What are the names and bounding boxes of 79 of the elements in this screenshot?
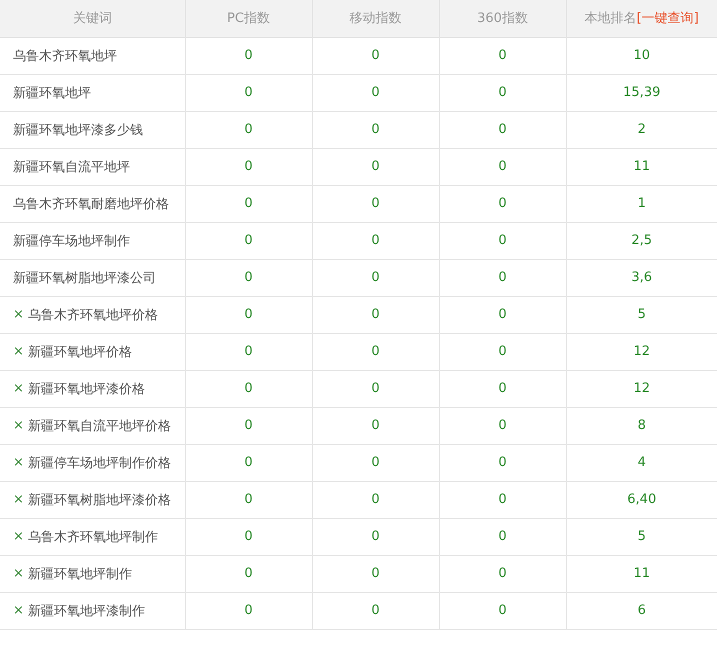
- table-cell: 0: [185, 259, 312, 296]
- table-cell: 0: [439, 407, 566, 444]
- keyword-text: 乌鲁木齐环氧地坪价格: [28, 306, 158, 324]
- keyword-text: 新疆环氧树脂地坪漆价格: [28, 492, 171, 508]
- keyword-text: 乌鲁木齐环氧地坪: [13, 48, 117, 64]
- column-header-cell: 360指数: [439, 0, 566, 37]
- table-cell: 0: [185, 148, 312, 185]
- remove-button[interactable]: ×: [13, 456, 24, 469]
- remove-button[interactable]: ×: [13, 567, 24, 580]
- keyword-text: 新疆环氧地坪漆制作: [28, 602, 145, 620]
- table-cell: 0: [439, 222, 566, 259]
- remove-button[interactable]: ×: [13, 493, 24, 506]
- table-cell: 0: [312, 185, 439, 222]
- keyword-text: 新疆环氧自流平地坪: [13, 158, 130, 176]
- keyword-text: 新疆环氧地坪漆多少钱: [13, 122, 143, 138]
- table-cell: 0: [312, 444, 439, 481]
- table-cell: 0: [312, 370, 439, 407]
- query-link[interactable]: [一键查询]: [636, 9, 699, 28]
- table-cell: 0: [185, 518, 312, 555]
- table-cell: 0: [439, 555, 566, 592]
- column-label: 本地排名: [584, 10, 637, 28]
- table-cell: 0: [185, 111, 312, 148]
- column-header-cell: PC指数: [185, 0, 312, 37]
- table-cell: 0: [439, 333, 566, 370]
- keyword-text: 新疆环氧地坪价格: [28, 344, 132, 360]
- table-cell: 0: [439, 259, 566, 296]
- table-cell: 0: [439, 444, 566, 481]
- table-cell: 0: [312, 518, 439, 555]
- table-cell: 0: [185, 555, 312, 592]
- table-cell: 0: [439, 518, 566, 555]
- table-cell: 0: [439, 296, 566, 333]
- column-header-cell: 关键词: [0, 0, 185, 37]
- table-cell: 0: [185, 74, 312, 111]
- remove-button[interactable]: ×: [13, 419, 24, 432]
- table-cell: 0: [185, 407, 312, 444]
- table-cell: 0: [312, 148, 439, 185]
- table-cell: 0: [185, 333, 312, 370]
- table-cell: 0: [312, 37, 439, 74]
- table-cell: 0: [312, 555, 439, 592]
- keyword-text: 新疆环氧自流平地坪价格: [28, 418, 171, 434]
- table-cell: 0: [312, 333, 439, 370]
- table-cell: 0: [439, 185, 566, 222]
- keyword-text: 新疆环氧地坪: [13, 84, 91, 102]
- table-cell: 0: [439, 111, 566, 148]
- keyword-text: 乌鲁木齐环氧耐磨地坪价格: [13, 196, 169, 212]
- column-header-cell: 移动指数: [312, 0, 439, 37]
- keyword-text: 新疆停车场地坪制作价格: [28, 454, 171, 472]
- table-cell: 0: [439, 74, 566, 111]
- keyword-text: 新疆停车场地坪制作: [13, 232, 130, 250]
- table-cell: 0: [312, 481, 439, 518]
- remove-button[interactable]: ×: [13, 604, 24, 617]
- table-cell: 0: [185, 37, 312, 74]
- table-cell: 0: [312, 222, 439, 259]
- keyword-text: 新疆环氧树脂地坪漆公司: [13, 270, 156, 286]
- table-cell: 0: [439, 370, 566, 407]
- table-cell: 0: [312, 111, 439, 148]
- remove-button[interactable]: ×: [13, 308, 24, 321]
- table-cell: 0: [312, 592, 439, 629]
- table-cell: 0: [185, 222, 312, 259]
- table-cell: 0: [185, 592, 312, 629]
- keyword-text: 新疆环氧地坪漆价格: [28, 380, 145, 398]
- remove-button[interactable]: ×: [13, 530, 24, 543]
- table-cell: 0: [185, 370, 312, 407]
- table-cell: 0: [185, 296, 312, 333]
- table-cell: 0: [185, 444, 312, 481]
- table-cell: 0: [185, 185, 312, 222]
- table-cell: 0: [439, 592, 566, 629]
- remove-button[interactable]: ×: [13, 382, 24, 395]
- table-cell: 0: [439, 481, 566, 518]
- remove-button[interactable]: ×: [13, 345, 24, 358]
- table-cell: 0: [439, 37, 566, 74]
- keyword-text: 新疆环氧地坪制作: [28, 566, 132, 582]
- table-cell: 0: [312, 296, 439, 333]
- table-cell: 0: [439, 148, 566, 185]
- table-cell: 0: [185, 481, 312, 518]
- table-cell: 0: [312, 74, 439, 111]
- keyword-text: 乌鲁木齐环氧地坪制作: [28, 528, 158, 546]
- table-cell: 0: [312, 407, 439, 444]
- table-cell: 0: [312, 259, 439, 296]
